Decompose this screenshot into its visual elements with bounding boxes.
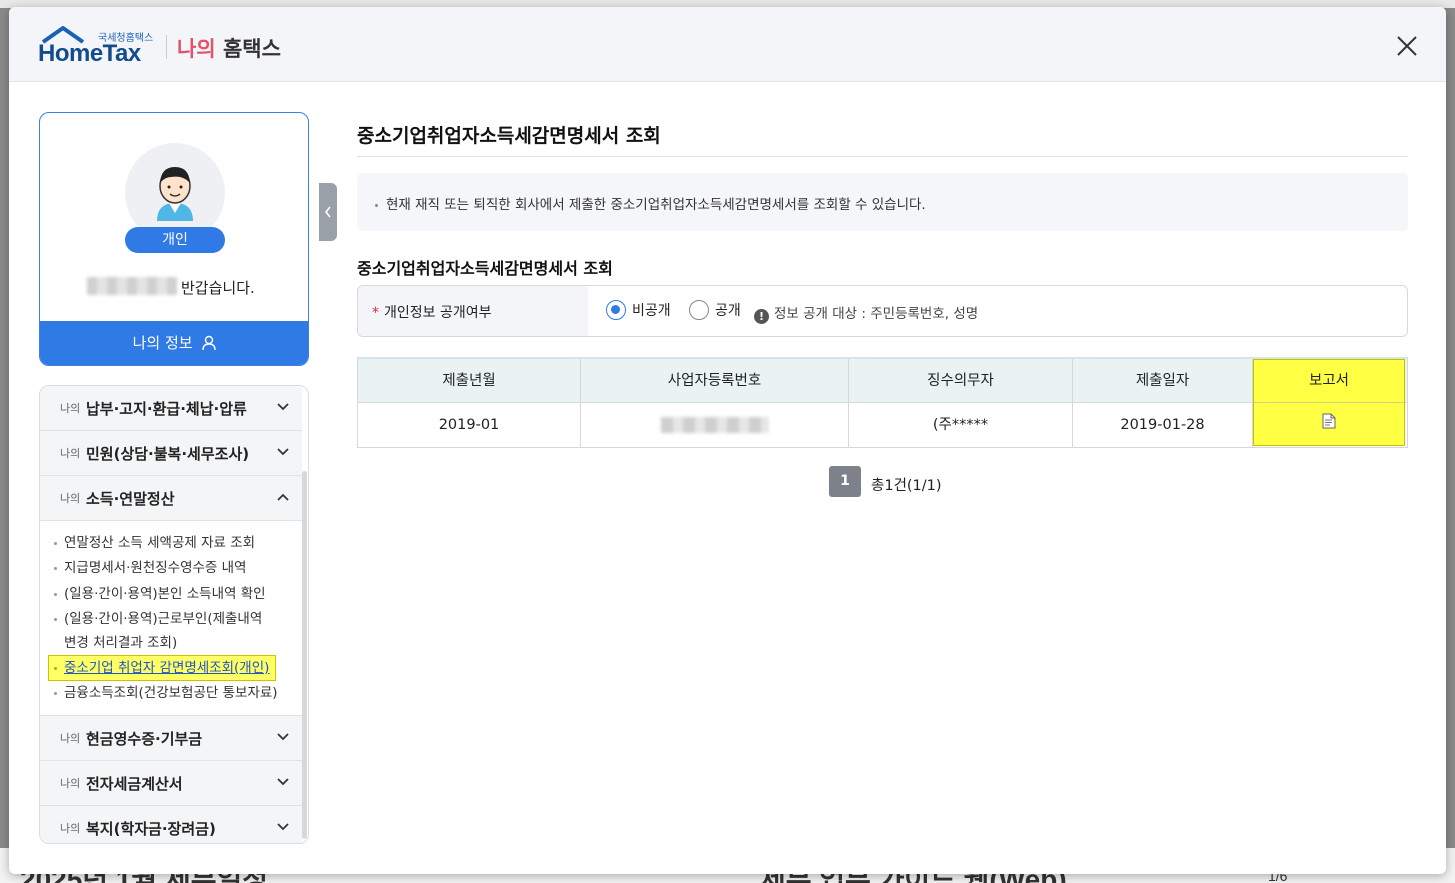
privacy-label: 개인정보 공개여부 [384, 305, 492, 321]
total-count: 총1건(1/1) [871, 478, 942, 494]
my-hometax-title: 나의 홈택스 [177, 37, 281, 61]
col-header-report: 보고서 [1254, 360, 1404, 403]
chevron-down-icon [277, 733, 289, 741]
col-header-payer: 징수의무자 [849, 359, 1073, 403]
document-icon[interactable] [1322, 413, 1336, 429]
income-submenu: 연말정산 소득 세액공제 자료 조회 지급명세서·원천징수영수증 내역 (일용·… [40, 522, 302, 716]
side-menu: 나의 납부·고지·환급·체납·압류 나의 민원(상담·불복·세무조사) 나의 소… [39, 385, 309, 844]
submenu-sme-exemption[interactable]: 중소기업 취업자 감면명세조회(개인) [48, 655, 277, 681]
person-icon [202, 335, 217, 351]
logo-divider [166, 35, 167, 59]
my-hometax-modal: 국세청홈택스 HomeTax 나의 홈택스 개인 반갑습니다. 나의 정보 나의… [9, 7, 1446, 874]
section-title: 중소기업취업자소득세감면명세서 조회 [357, 259, 613, 278]
table-row: 2019-01 (주***** 2019-01-28 [358, 403, 1407, 448]
report-column-highlight: 보고서 [1253, 359, 1405, 446]
title-divider [357, 156, 1408, 157]
menu-item-payment[interactable]: 나의 납부·고지·환급·체납·압류 [40, 386, 302, 431]
sidebar-collapse-handle[interactable] [319, 183, 337, 241]
info-icon: ! [754, 309, 769, 324]
chevron-down-icon [277, 778, 289, 786]
profile-card: 개인 반갑습니다. 나의 정보 [39, 112, 309, 366]
page-1-button[interactable]: 1 [829, 466, 861, 497]
user-type-badge: 개인 [125, 227, 225, 253]
cell-payer: (주***** [849, 403, 1073, 448]
chevron-down-icon [277, 448, 289, 456]
table-header-row: 제출년월 사업자등록번호 징수의무자 제출일자 [358, 359, 1407, 403]
close-icon [1397, 36, 1417, 56]
result-table: 제출년월 사업자등록번호 징수의무자 제출일자 2019-01 (주***** … [357, 357, 1408, 448]
menu-item-civil-complaint[interactable]: 나의 민원(상담·불복·세무조사) [40, 431, 302, 476]
col-header-biz-no: 사업자등록번호 [581, 359, 849, 403]
radio-public[interactable]: 공개 [689, 300, 741, 320]
hometax-logo[interactable]: 국세청홈택스 HomeTax [38, 26, 168, 67]
submenu-daily-income[interactable]: (일용·간이·용역)본인 소득내역 확인 [54, 582, 266, 606]
menu-item-cash-receipt[interactable]: 나의 현금영수증·기부금 [40, 716, 302, 761]
greeting-text: 반갑습니다. [181, 279, 255, 297]
chevron-up-icon [277, 493, 289, 501]
required-mark: * [372, 305, 379, 321]
radio-private[interactable]: 비공개 [606, 300, 671, 320]
biz-no-redacted [660, 417, 769, 433]
submenu-yearend-deduction[interactable]: 연말정산 소득 세액공제 자료 조회 [54, 531, 255, 555]
col-header-date: 제출일자 [1073, 359, 1253, 403]
chevron-down-icon [277, 403, 289, 411]
menu-item-e-tax-invoice[interactable]: 나의 전자세금계산서 [40, 761, 302, 806]
user-name-redacted [87, 277, 177, 295]
menu-item-income[interactable]: 나의 소득·연말정산 [40, 476, 302, 521]
chevron-left-icon [324, 206, 331, 218]
menu-scrollbar[interactable] [302, 471, 307, 839]
notice-box: 현재 재직 또는 퇴직한 회사에서 제출한 중소기업취업자소득세감면명세서를 조… [357, 173, 1408, 231]
cell-month: 2019-01 [358, 403, 581, 448]
col-header-month: 제출년월 [358, 359, 581, 403]
menu-item-welfare[interactable]: 나의 복지(학자금·장려금) [40, 806, 302, 843]
submenu-payment-statement[interactable]: 지급명세서·원천징수영수증 내역 [54, 556, 246, 580]
chevron-down-icon [277, 823, 289, 831]
close-button[interactable] [1392, 31, 1422, 61]
page-title: 중소기업취업자소득세감면명세서 조회 [357, 125, 661, 147]
cell-biz-no [581, 403, 849, 448]
privacy-info-note: ! 정보 공개 대상 : 주민등록번호, 성명 [754, 302, 978, 324]
modal-header: 국세청홈택스 HomeTax 나의 홈택스 [9, 7, 1446, 82]
my-info-button[interactable]: 나의 정보 [40, 321, 308, 365]
logo-wordmark: HomeTax [38, 40, 141, 67]
submenu-financial-income[interactable]: 금융소득조회(건강보험공단 통보자료) [54, 681, 278, 705]
privacy-option-box: * 개인정보 공개여부 비공개 공개 ! 정보 공개 대상 : 주민등록번호, 성명 [357, 285, 1408, 337]
cell-date: 2019-01-28 [1073, 403, 1253, 448]
submenu-daily-labor-denial[interactable]: (일용·간이·용역)근로부인(제출내역 [54, 607, 262, 631]
submenu-daily-labor-denial-cont[interactable]: 변경 처리결과 조회) [64, 631, 177, 655]
notice-text: 현재 재직 또는 퇴직한 회사에서 제출한 중소기업취업자소득세감면명세서를 조… [386, 197, 926, 213]
